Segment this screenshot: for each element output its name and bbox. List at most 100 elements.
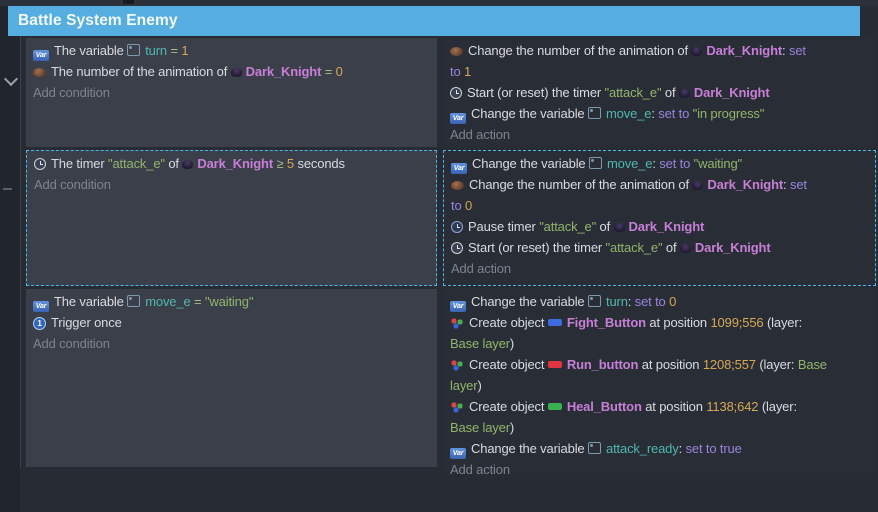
action-row[interactable]: Create object Fight_Button at position 1… xyxy=(450,312,870,354)
add-action-link[interactable]: Add action xyxy=(450,459,870,480)
action-row[interactable]: Create object Run_button at position 120… xyxy=(450,354,870,396)
create-object-icon xyxy=(450,360,464,371)
text-segment: Change the variable xyxy=(471,294,588,309)
text-segment: set to xyxy=(658,106,689,121)
text-segment: Dark_Knight xyxy=(197,156,273,171)
text-segment: Start (or reset) the timer xyxy=(468,240,606,255)
text-segment: Base layer xyxy=(450,420,510,435)
text-segment: Change the number of the animation of xyxy=(468,43,691,58)
text-segment: "waiting" xyxy=(694,156,742,171)
event-3-actions[interactable]: Change the variable turn: set to 0Create… xyxy=(443,289,876,473)
event-3-conditions[interactable]: The variable move_e = "waiting"Trigger o… xyxy=(26,289,437,467)
text-segment: of xyxy=(165,156,182,171)
tag-icon xyxy=(588,442,601,454)
add-condition-link[interactable]: Add condition xyxy=(33,82,431,103)
text-segment: "in progress" xyxy=(693,106,765,121)
text-segment: 1208;557 xyxy=(703,357,756,372)
add-condition-link[interactable]: Add condition xyxy=(33,333,431,354)
action-row[interactable]: Start (or reset) the timer "attack_e" of… xyxy=(451,237,869,258)
text-segment: (layer: xyxy=(756,357,798,372)
text-segment: 0 xyxy=(336,64,343,79)
text-segment: Dark_Knight xyxy=(706,43,782,58)
action-row[interactable]: Change the variable move_e: set to "in p… xyxy=(450,103,870,124)
knight-icon xyxy=(680,244,691,253)
knight-icon xyxy=(231,68,242,77)
group-title: Battle System Enemy xyxy=(8,12,178,30)
text-segment: to xyxy=(450,64,464,79)
var-badge-icon xyxy=(450,448,466,459)
event-2-conditions[interactable]: The timer "attack_e" of Dark_Knight ≥ 5 … xyxy=(26,150,437,286)
condition-row[interactable]: The variable turn = 1 xyxy=(33,40,431,61)
action-row[interactable]: Change the number of the animation of Da… xyxy=(450,40,870,82)
pause-timer-icon xyxy=(451,221,463,233)
text-segment: The variable xyxy=(54,43,127,58)
tag-icon xyxy=(588,295,601,307)
text-segment: "attack_e" xyxy=(539,219,596,234)
condition-row[interactable]: The number of the animation of Dark_Knig… xyxy=(33,61,431,82)
text-segment: "attack_e" xyxy=(605,85,662,100)
tag-icon xyxy=(588,107,601,119)
condition-row[interactable]: Trigger once xyxy=(33,312,431,333)
event-1-actions[interactable]: Change the number of the animation of Da… xyxy=(443,38,876,147)
text-segment: at position xyxy=(646,315,711,330)
add-action-link[interactable]: Add action xyxy=(451,258,869,279)
sprite-brown-icon xyxy=(33,68,46,77)
text-segment: move_e xyxy=(607,156,652,171)
text-segment: Change the variable xyxy=(472,156,589,171)
text-segment: "attack_e" xyxy=(606,240,663,255)
text-segment: Run_button xyxy=(567,357,638,372)
text-segment: Dark_Knight xyxy=(694,85,770,100)
text-segment: 1138;642 xyxy=(706,399,758,414)
text-segment: Dark_Knight xyxy=(695,240,771,255)
text-segment: : xyxy=(628,294,635,309)
event-group-header[interactable]: Battle System Enemy xyxy=(8,6,860,36)
action-row[interactable]: Start (or reset) the timer "attack_e" of… xyxy=(450,82,870,103)
tag-icon xyxy=(127,44,140,56)
knight-icon xyxy=(691,47,702,56)
text-segment: Fight_Button xyxy=(567,315,646,330)
timer-icon xyxy=(34,158,46,170)
text-segment: 0 xyxy=(465,198,472,213)
action-row[interactable]: Change the variable move_e: set to "wait… xyxy=(451,153,869,174)
text-segment: of xyxy=(661,85,678,100)
text-segment: Pause timer xyxy=(468,219,539,234)
text-segment: Change the number of the animation of xyxy=(469,177,692,192)
action-row[interactable]: Pause timer "attack_e" of Dark_Knight xyxy=(451,216,869,237)
text-segment: turn xyxy=(606,294,628,309)
event-2-actions[interactable]: Change the variable move_e: set to "wait… xyxy=(443,150,876,286)
sprite-brown-icon xyxy=(450,47,463,56)
text-segment: : xyxy=(679,441,686,456)
timer-icon xyxy=(450,87,462,99)
text-segment: 1 xyxy=(181,43,188,58)
condition-row[interactable]: The timer "attack_e" of Dark_Knight ≥ 5 … xyxy=(34,153,430,174)
text-segment: "attack_e" xyxy=(108,156,165,171)
text-segment: Base layer xyxy=(450,336,510,351)
text-segment: ) xyxy=(477,378,481,393)
add-action-link[interactable]: Add action xyxy=(450,124,870,145)
text-segment: set xyxy=(789,43,806,58)
chip-red-icon xyxy=(548,361,562,368)
event-1-conditions[interactable]: The variable turn = 1The number of the a… xyxy=(26,38,437,147)
action-row[interactable]: Change the number of the animation of Da… xyxy=(451,174,869,216)
chip-green-icon xyxy=(548,403,562,410)
text-segment: Create object xyxy=(469,315,548,330)
var-badge-icon xyxy=(33,50,49,61)
text-segment: = xyxy=(191,294,205,309)
group-indent-line xyxy=(20,36,21,468)
action-row[interactable]: Create object Heal_Button at position 11… xyxy=(450,396,870,438)
action-row[interactable]: Change the variable attack_ready: set to… xyxy=(450,438,870,459)
trigger-once-icon xyxy=(33,317,46,330)
text-segment: Dark_Knight xyxy=(629,219,705,234)
text-segment: set xyxy=(790,177,807,192)
sprite-brown-icon xyxy=(451,181,464,190)
text-segment: ) xyxy=(510,336,514,351)
action-row[interactable]: Change the variable turn: set to 0 xyxy=(450,291,870,312)
text-segment: Change the variable xyxy=(471,441,588,456)
chip-blue-icon xyxy=(548,319,562,326)
text-segment: 1 xyxy=(464,64,471,79)
text-segment: Create object xyxy=(469,399,548,414)
condition-row[interactable]: The variable move_e = "waiting" xyxy=(33,291,431,312)
add-condition-link[interactable]: Add condition xyxy=(34,174,430,195)
text-segment: : xyxy=(782,43,789,58)
text-segment: set to xyxy=(635,294,666,309)
